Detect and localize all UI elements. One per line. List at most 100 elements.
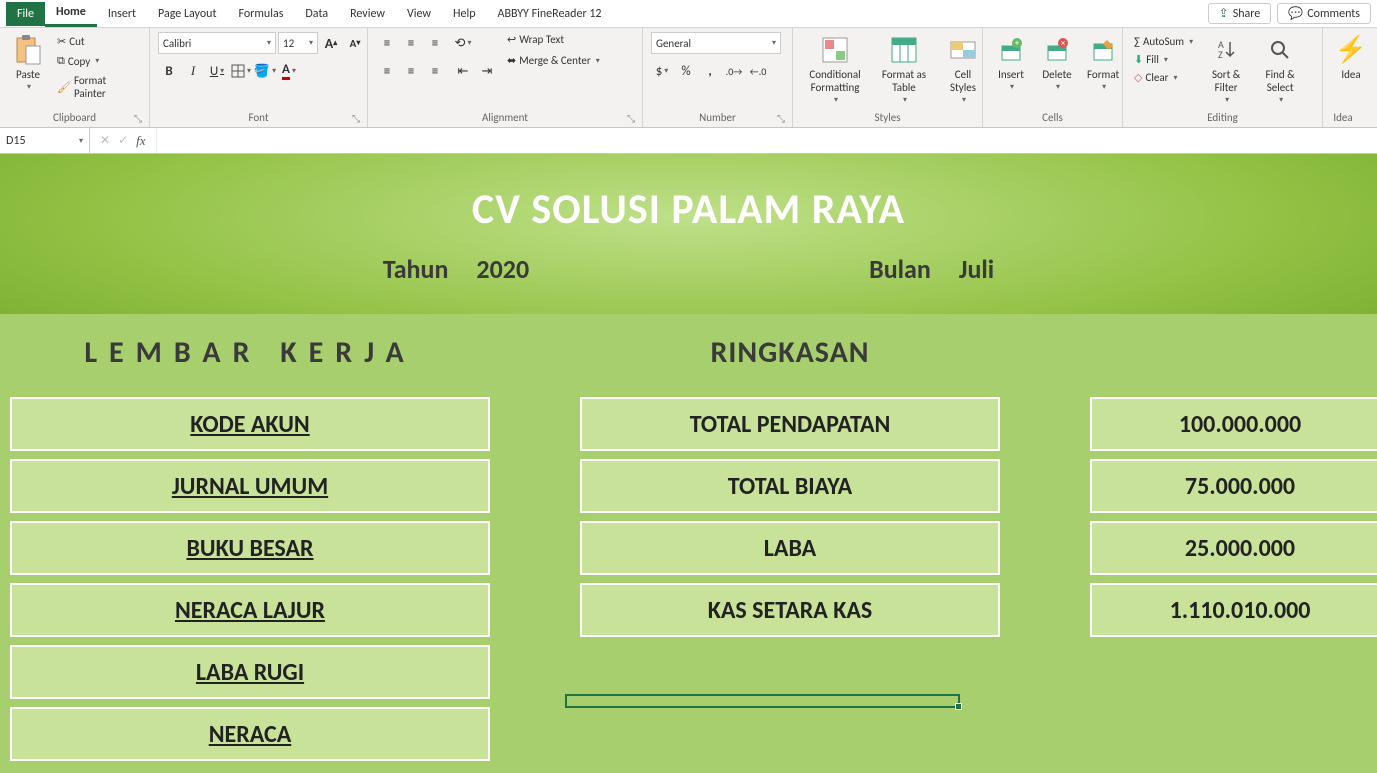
borders-button[interactable]: ▾ [230, 60, 252, 82]
cut-button[interactable]: ✂Cut [54, 34, 141, 49]
link-neraca-lajur[interactable]: NERACA LAJUR [10, 583, 490, 637]
fill-button[interactable]: ⬇Fill▾ [1131, 52, 1196, 67]
ideas-button[interactable]: ⚡ Idea [1331, 32, 1371, 83]
tab-insert[interactable]: Insert [97, 2, 147, 26]
month-label: Bulan [869, 253, 931, 285]
link-buku-besar[interactable]: BUKU BESAR [10, 521, 490, 575]
share-button[interactable]: ⇪ Share [1208, 3, 1272, 24]
summary-label-pendapatan: TOTAL PENDAPATAN [580, 397, 1000, 451]
tab-review[interactable]: Review [339, 2, 396, 26]
styles-group-label: Styles [801, 109, 974, 127]
sort-filter-button[interactable]: AZ Sort & Filter▾ [1202, 32, 1250, 108]
tab-view[interactable]: View [396, 2, 442, 26]
alignment-group-label: Alignment [376, 109, 634, 127]
cell-styles-button[interactable]: Cell Styles▾ [939, 32, 987, 108]
link-kode-akun[interactable]: KODE AKUN [10, 397, 490, 451]
ideas-icon: ⚡ [1335, 34, 1367, 66]
format-painter-button[interactable]: 🖌Format Painter [54, 73, 141, 101]
format-cells-button[interactable]: Format▾ [1083, 32, 1123, 95]
cells-group-label: Cells [991, 109, 1114, 127]
decrease-decimal-button[interactable]: ←.0 [747, 60, 769, 82]
fill-color-button[interactable]: 🪣▾ [254, 60, 276, 82]
summary-label-kas: KAS SETARA KAS [580, 583, 1000, 637]
underline-button[interactable]: U▾ [206, 60, 228, 82]
accounting-format-button[interactable]: $▾ [651, 60, 673, 82]
clear-button[interactable]: ◇Clear▾ [1131, 70, 1196, 85]
format-as-table-button[interactable]: Format as Table▾ [875, 32, 933, 108]
group-styles: Conditional Formatting▾ Format as Table▾… [793, 28, 983, 127]
percent-button[interactable]: % [675, 60, 697, 82]
tab-file[interactable]: File [6, 2, 45, 26]
number-format-select[interactable]: General▾ [651, 32, 781, 54]
cond-format-icon [819, 34, 851, 66]
name-box[interactable]: D15▾ [0, 128, 90, 153]
dashboard-header: CV SOLUSI PALAM RAYA Tahun 2020 Bulan Ju… [0, 154, 1377, 314]
formula-input[interactable] [156, 128, 1377, 153]
font-launcher[interactable]: ⤡ [352, 112, 364, 124]
paste-label: Paste [16, 68, 40, 81]
tab-abbyy[interactable]: ABBYY FineReader 12 [487, 2, 613, 26]
clipboard-launcher[interactable]: ⤡ [134, 112, 146, 124]
increase-font-button[interactable]: A▴ [320, 32, 342, 54]
increase-indent-button[interactable]: ⇥ [476, 60, 498, 82]
selected-cell-indicator[interactable] [565, 694, 960, 708]
decrease-indent-button[interactable]: ⇤ [452, 60, 474, 82]
cancel-formula-icon[interactable]: ✕ [100, 133, 110, 148]
increase-decimal-button[interactable]: .0→ [723, 60, 745, 82]
copy-button[interactable]: ⧉Copy▾ [54, 53, 141, 69]
autosum-button[interactable]: ∑AutoSum▾ [1131, 34, 1196, 49]
enter-formula-icon[interactable]: ✓ [118, 133, 128, 148]
merge-center-button[interactable]: ⬌Merge & Center▾ [504, 53, 622, 68]
conditional-formatting-button[interactable]: Conditional Formatting▾ [801, 32, 869, 108]
worksheet-links-column: LEMBAR KERJA KODE AKUN JURNAL UMUM BUKU … [10, 334, 490, 769]
italic-button[interactable]: I [182, 60, 204, 82]
insert-cells-button[interactable]: + Insert▾ [991, 32, 1031, 95]
value-kas: 1.110.010.000 [1090, 583, 1377, 637]
align-top-button[interactable]: ≡ [376, 32, 398, 54]
tab-help[interactable]: Help [442, 2, 487, 26]
share-icon: ⇪ [1219, 6, 1229, 21]
value-biaya: 75.000.000 [1090, 459, 1377, 513]
wrap-text-button[interactable]: ↩Wrap Text [504, 32, 622, 47]
menu-bar: File Home Insert Page Layout Formulas Da… [0, 0, 1377, 28]
decrease-font-button[interactable]: A▾ [344, 32, 366, 54]
tab-page-layout[interactable]: Page Layout [147, 2, 227, 26]
worksheet-area[interactable]: CV SOLUSI PALAM RAYA Tahun 2020 Bulan Ju… [0, 154, 1377, 773]
formula-bar: D15▾ ✕ ✓ fx [0, 128, 1377, 154]
align-bottom-button[interactable]: ≡ [424, 32, 446, 54]
eraser-icon: ◇ [1134, 71, 1142, 84]
comma-style-button[interactable]: , [699, 60, 721, 82]
number-launcher[interactable]: ⤡ [777, 112, 789, 124]
link-jurnal-umum[interactable]: JURNAL UMUM [10, 459, 490, 513]
paste-button[interactable]: Paste▾ [8, 32, 48, 95]
align-center-button[interactable]: ≡ [400, 60, 422, 82]
group-editing: ∑AutoSum▾ ⬇Fill▾ ◇Clear▾ AZ Sort & Filte… [1123, 28, 1323, 127]
scissors-icon: ✂ [57, 35, 66, 48]
bold-button[interactable]: B [158, 60, 180, 82]
align-right-button[interactable]: ≡ [424, 60, 446, 82]
table-icon [888, 34, 920, 66]
tab-formulas[interactable]: Formulas [227, 2, 294, 26]
orientation-button[interactable]: ⟲▾ [452, 32, 474, 54]
ribbon: Paste▾ ✂Cut ⧉Copy▾ 🖌Format Painter Clipb… [0, 28, 1377, 128]
font-name-select[interactable]: Calibri▾ [158, 32, 276, 54]
clipboard-group-label: Clipboard [8, 109, 141, 127]
font-size-select[interactable]: 12▾ [278, 32, 318, 54]
find-select-button[interactable]: Find & Select▾ [1256, 32, 1304, 108]
dashboard: CV SOLUSI PALAM RAYA Tahun 2020 Bulan Ju… [0, 154, 1377, 773]
fx-icon[interactable]: fx [136, 133, 145, 149]
year-value: 2020 [476, 253, 529, 285]
link-neraca[interactable]: NERACA [10, 707, 490, 761]
fill-handle[interactable] [955, 703, 962, 710]
align-middle-button[interactable]: ≡ [400, 32, 422, 54]
delete-cells-button[interactable]: × Delete▾ [1037, 32, 1077, 95]
link-laba-rugi[interactable]: LABA RUGI [10, 645, 490, 699]
comments-button[interactable]: 💬 Comments [1277, 3, 1371, 24]
tab-data[interactable]: Data [294, 2, 339, 26]
value-laba: 25.000.000 [1090, 521, 1377, 575]
align-left-button[interactable]: ≡ [376, 60, 398, 82]
fill-down-icon: ⬇ [1134, 53, 1143, 66]
alignment-launcher[interactable]: ⤡ [627, 112, 639, 124]
font-color-button[interactable]: A▾ [278, 60, 300, 82]
tab-home[interactable]: Home [45, 0, 97, 27]
